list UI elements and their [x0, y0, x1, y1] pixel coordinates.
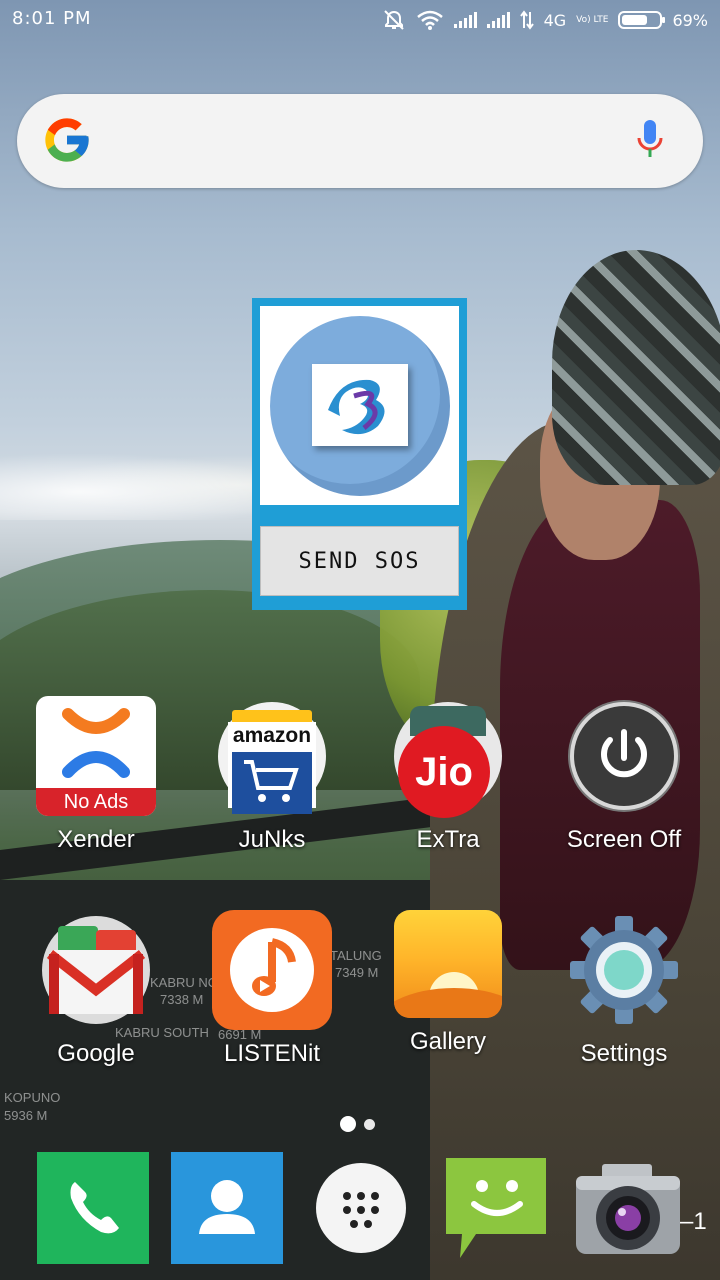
music-note-icon: [212, 910, 332, 1030]
messaging-icon: [446, 1158, 546, 1258]
app-xender[interactable]: No Ads Xender: [11, 696, 181, 854]
app-logo-circle: [270, 316, 450, 496]
app-google-folder[interactable]: Google: [11, 910, 181, 1068]
gmail-icon: [36, 910, 156, 1030]
wallpaper-label: 5936 M: [4, 1108, 48, 1123]
send-sos-button[interactable]: SEND SOS: [260, 526, 459, 596]
status-bar: 8:01 PM 4G Vo) LTE 69%: [0, 0, 720, 40]
app-screen-off[interactable]: Screen Off: [539, 696, 709, 854]
app-settings[interactable]: Settings: [539, 910, 709, 1068]
signal-strength-icon: [453, 12, 477, 28]
wallpaper-cap: [552, 250, 720, 485]
gear-icon: [564, 910, 684, 1030]
phone-icon: [70, 1182, 119, 1234]
dock-camera[interactable]: [572, 1160, 684, 1260]
page-dot: [364, 1118, 375, 1130]
battery-fill: [622, 15, 648, 25]
app-label: LISTENit: [223, 1040, 321, 1067]
page-number: –1: [680, 1208, 707, 1235]
app-gallery[interactable]: Gallery: [363, 910, 533, 1056]
contacts-icon: [199, 1180, 255, 1234]
clock: 8:01 PM: [12, 8, 92, 29]
app-label: Gallery: [409, 1028, 487, 1055]
amazon-icon: amazon: [212, 696, 332, 816]
app-label: Xender: [57, 826, 135, 853]
jio-icon: Jio: [388, 696, 508, 818]
dock-messaging[interactable]: [442, 1152, 554, 1264]
app-label: Google: [57, 1040, 135, 1067]
app-label: Screen Off: [566, 826, 682, 853]
page-indicator: [340, 1116, 375, 1132]
mic-icon[interactable]: [635, 118, 665, 164]
app-label: Settings: [580, 1040, 668, 1067]
b-logo-icon: [312, 364, 408, 446]
network-type: 4G: [543, 10, 567, 30]
gallery-icon: [394, 910, 502, 1018]
app-drawer-icon: [343, 1192, 379, 1228]
google-search-bar[interactable]: [17, 94, 703, 188]
amazon-wordmark: amazon: [232, 724, 312, 747]
page-dot-active: [340, 1116, 356, 1132]
power-icon: [564, 696, 684, 816]
google-logo-icon: [45, 118, 89, 162]
app-label: JuNks: [238, 826, 306, 853]
xender-badge: No Ads: [36, 788, 156, 816]
camera-icon: [576, 1164, 680, 1254]
data-arrows-icon: [519, 10, 534, 30]
sos-widget-image[interactable]: [260, 306, 459, 505]
xender-icon: No Ads: [36, 696, 156, 816]
status-icons: 4G Vo) LTE 69%: [382, 6, 708, 34]
wallpaper-label: KOPUNO: [4, 1090, 61, 1105]
cart-icon: [244, 760, 299, 802]
battery-percent: 69%: [672, 10, 708, 30]
wallpaper: KABRU NORTH 7338 M KABRU SOUTH 6691 M TA…: [0, 0, 720, 1280]
jio-logo: Jio: [398, 726, 490, 818]
app-extra[interactable]: Jio ExTra: [363, 696, 533, 854]
app-junks[interactable]: amazon JuNks: [187, 696, 357, 854]
dock-phone[interactable]: [37, 1152, 149, 1264]
volte-indicator: Vo) LTE: [576, 14, 609, 25]
signal-strength-icon: [486, 12, 510, 28]
mute-bell-icon: [383, 10, 404, 30]
app-listenit[interactable]: LISTENit: [187, 910, 357, 1068]
app-label: ExTra: [416, 826, 480, 853]
dock-contacts[interactable]: [171, 1152, 283, 1264]
battery-icon: [618, 11, 666, 29]
sos-widget: SEND SOS: [252, 298, 467, 610]
dock-app-drawer[interactable]: [316, 1163, 406, 1253]
wifi-icon: [416, 10, 443, 30]
